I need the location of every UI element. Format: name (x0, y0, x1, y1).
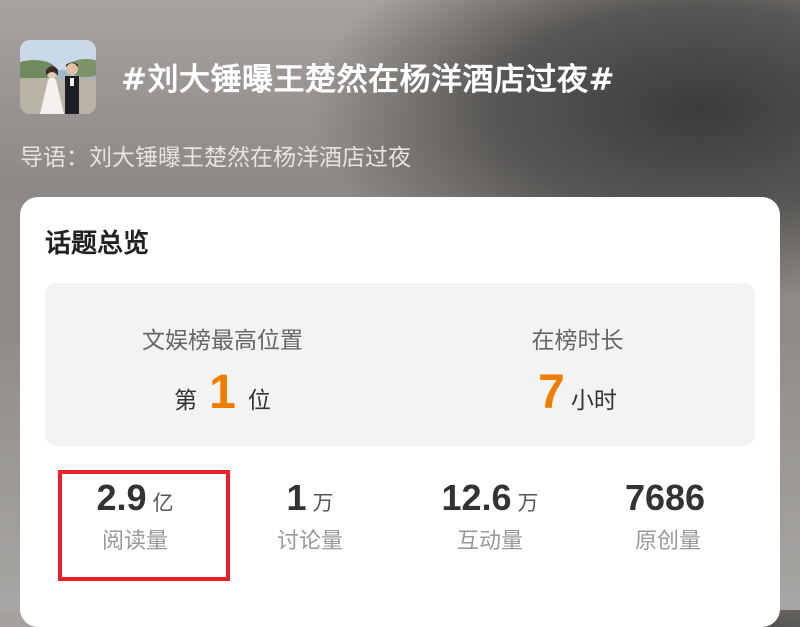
stat-label: 讨论量 (276, 529, 343, 554)
duration-label: 在榜时长 (531, 328, 624, 354)
rank-prefix: 第 (174, 388, 198, 414)
wedding-photo-icon (20, 40, 96, 114)
stat-unit: 万 (517, 491, 539, 515)
stat-value: 1 (286, 477, 307, 518)
topic-title: #刘大锤曝王楚然在杨洋酒店过夜# (121, 62, 615, 98)
highest-rank-block: 文娱榜最高位置 第 1 位 (45, 283, 400, 446)
rank-number: 1 (209, 366, 236, 419)
duration-unit: 小时 (570, 388, 617, 414)
stat-interactions[interactable]: 12.6 万 互动量 (395, 477, 585, 555)
red-highlight-annotation (58, 470, 230, 581)
card-title: 话题总览 (45, 229, 150, 259)
stat-value: 7686 (624, 477, 706, 518)
stat-discussions[interactable]: 1 万 讨论量 (215, 477, 405, 555)
rank-summary-box: 文娱榜最高位置 第 1 位 在榜时长 7 小时 (45, 283, 755, 446)
duration-value: 7 小时 (400, 365, 755, 420)
stat-originals[interactable]: 7686 原创量 (573, 477, 763, 555)
duration-number: 7 (538, 366, 565, 419)
stat-unit: 万 (312, 491, 334, 515)
highest-rank-value: 第 1 位 (45, 365, 400, 420)
rank-suffix: 位 (247, 388, 271, 414)
topic-intro: 导语：刘大锤曝王楚然在杨洋酒店过夜 (20, 145, 411, 171)
stat-label: 原创量 (634, 529, 701, 554)
duration-block: 在榜时长 7 小时 (400, 283, 755, 446)
highest-rank-label: 文娱榜最高位置 (142, 328, 303, 354)
stat-value: 12.6 (441, 477, 512, 518)
stat-label: 互动量 (456, 529, 523, 554)
topic-avatar[interactable] (20, 40, 96, 114)
